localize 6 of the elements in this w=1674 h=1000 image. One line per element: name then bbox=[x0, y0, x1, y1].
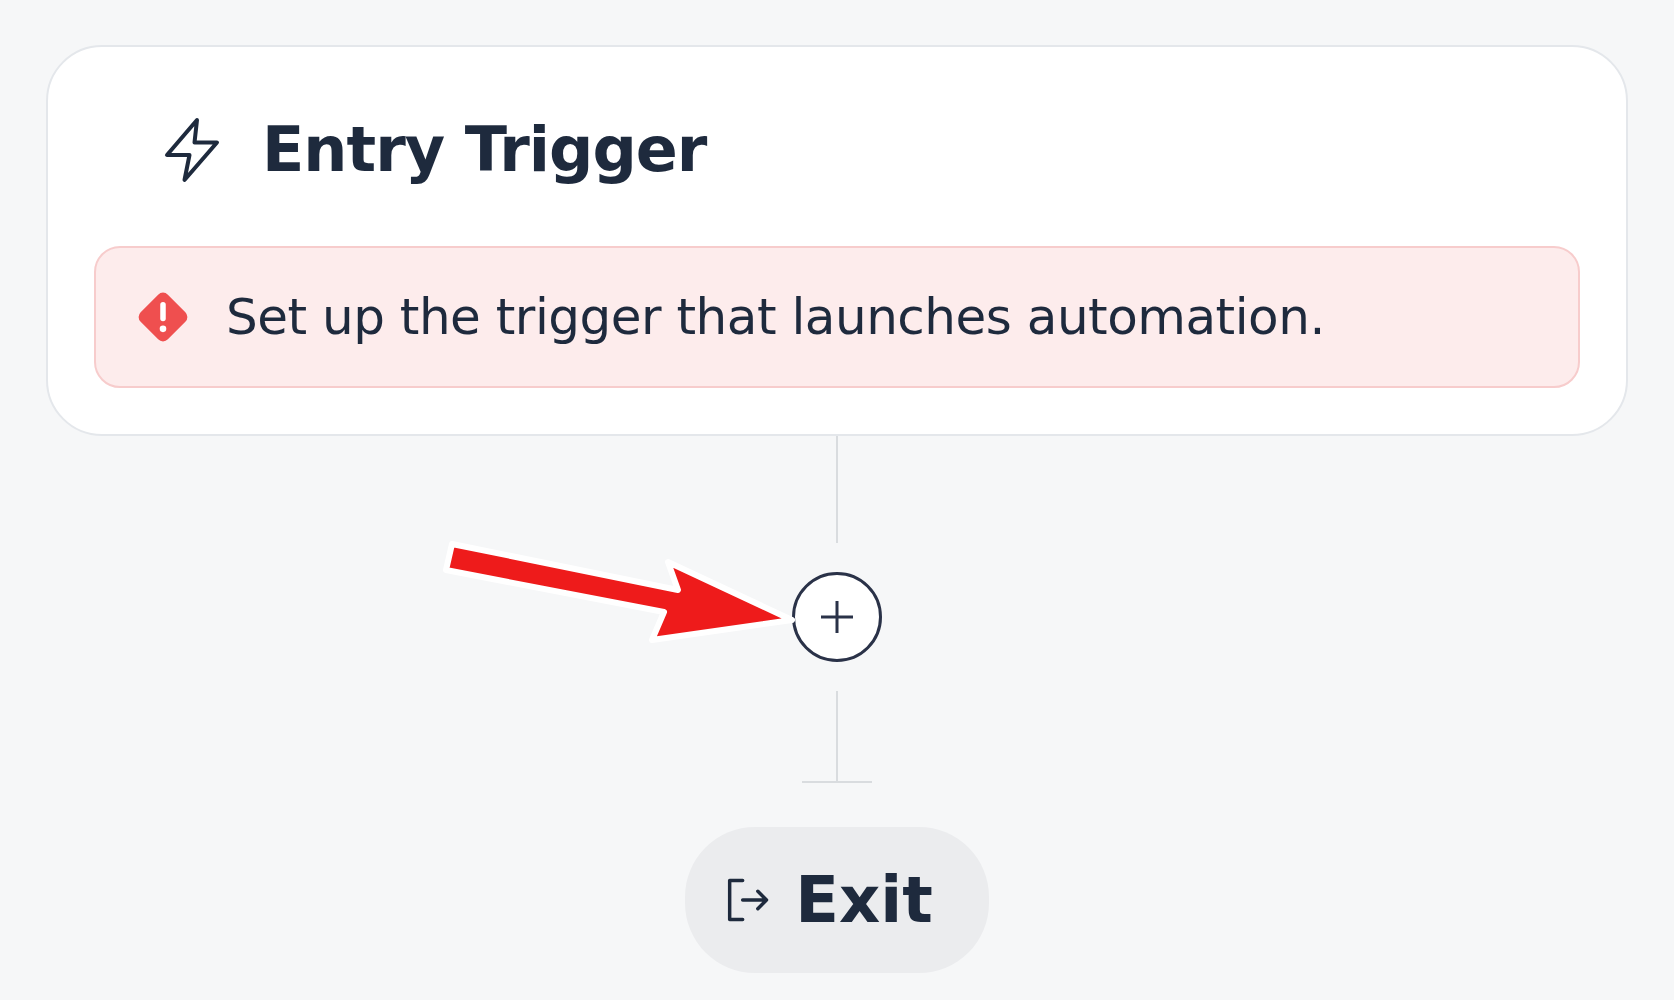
warning-message: Set up the trigger that launches automation. bbox=[226, 288, 1325, 346]
lightning-icon bbox=[162, 116, 222, 183]
trigger-title: Entry Trigger bbox=[262, 113, 707, 186]
trigger-card[interactable]: Entry Trigger Set up the trigger that launches automation. bbox=[46, 45, 1628, 436]
arrow-icon bbox=[443, 541, 795, 643]
exit-node[interactable]: Exit bbox=[685, 827, 989, 973]
